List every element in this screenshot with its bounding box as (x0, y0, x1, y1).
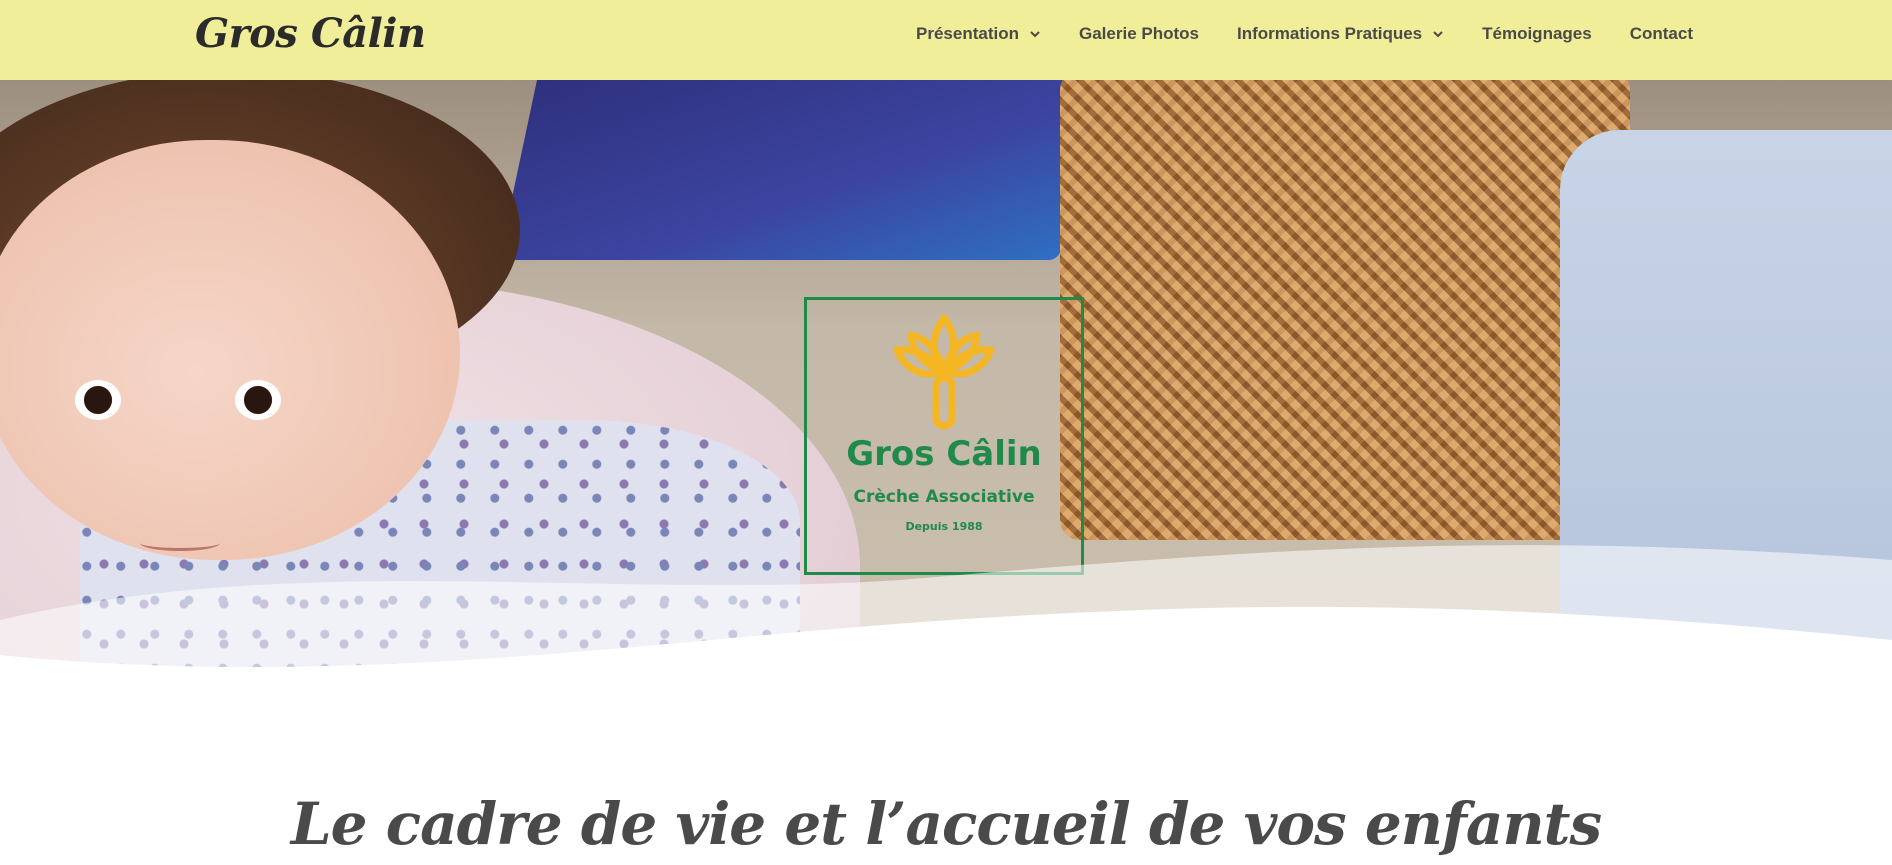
nav-item-galerie-photos[interactable]: Galerie Photos (1079, 24, 1199, 44)
section-heading: Le cadre de vie et l’accueil de vos enfa… (290, 790, 1602, 858)
site-logo-link[interactable]: Gros Câlin (195, 10, 426, 57)
site-header: Gros Câlin Présentation Galerie Photos I… (0, 0, 1892, 80)
nav-item-label: Informations Pratiques (1236, 24, 1423, 43)
nav-item-presentation[interactable]: Présentation (916, 24, 1041, 44)
chevron-down-icon (1433, 31, 1443, 38)
nav-item-contact[interactable]: Contact (1630, 24, 1693, 44)
nav-item-label: Présentation (916, 24, 1019, 43)
nav-item-label: Galerie Photos (1079, 24, 1199, 43)
nav-item-temoignages[interactable]: Témoignages (1482, 24, 1592, 44)
nav-item-label: Témoignages (1482, 24, 1592, 43)
hero-banner: Gros Câlin Crèche Associative Depuis 198… (0, 80, 1892, 710)
hero-wave-divider (0, 545, 1892, 710)
nav-item-informations-pratiques[interactable]: Informations Pratiques (1237, 24, 1444, 44)
chevron-down-icon (1030, 31, 1040, 38)
main-nav: Présentation Galerie Photos Informations… (916, 0, 1693, 68)
nav-item-label: Contact (1629, 24, 1693, 43)
